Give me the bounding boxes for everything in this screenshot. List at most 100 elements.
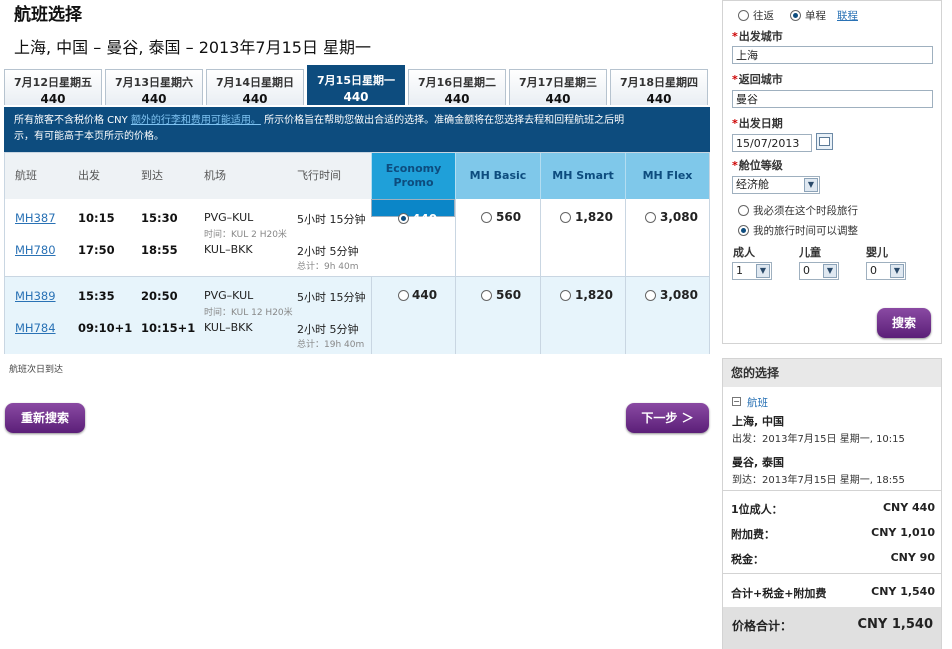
fare-option-economy-promo[interactable]: 440 [371,277,455,354]
time-fixed-radio[interactable] [738,205,749,216]
fare-header-mh-flex: MH Flex [625,153,709,199]
date-tab-price: 440 [646,92,672,106]
cabin-value: 经济舱 [736,178,769,191]
price-notice: 所有旅客不含税价格 CNY 额外的行李和费用可能适用。 所示价格旨在帮助您做出合… [4,107,710,152]
fare-radio[interactable] [645,290,656,301]
date-input[interactable]: 15/07/2013 [732,134,812,152]
flight-duration: 5小时 15分钟 [297,213,366,226]
total-duration: 总计：19h 40m [297,340,365,350]
flight-number-link[interactable]: MH780 [15,243,56,257]
fare-price: 440 [412,212,438,226]
depart-time: 09:10+1 [78,321,133,335]
airport-pair: KUL–BKK [204,243,253,256]
airport-pair: PVG–KUL [204,211,254,224]
date-tab-price: 440 [242,92,268,106]
fare-option-economy-promo[interactable]: 440 [371,199,455,226]
cabin-select[interactable]: 经济舱 ▼ [732,176,820,194]
fare-radio[interactable] [645,212,656,223]
date-tab-0714[interactable]: 7月14日星期日 440 [206,69,304,106]
price-row-surcharge: 附加费： CNY 1,010 [731,526,935,541]
stopover-time: 时间：KUL 12 H20米 [204,308,293,318]
trip-oneway-label: 单程 [805,10,826,22]
child-label: 儿童 [799,246,821,259]
fare-radio[interactable] [560,290,571,301]
destination-label: *返回城市 [732,73,783,86]
date-tab-price: 440 [40,92,66,106]
summary-depart-line: 出发：2013年7月15日 星期一, 10:15 [732,434,905,445]
multi-city-link[interactable]: 联程 [837,8,858,23]
cabin-label: *舱位等级 [732,159,783,172]
fare-radio[interactable] [560,212,571,223]
infant-count-value: 0 [870,264,877,277]
fare-option-mh-basic[interactable]: 560 [455,199,540,276]
date-tab-0717[interactable]: 7月17日星期三 440 [509,69,607,106]
fare-price: 440 [412,288,438,302]
fare-header-line: Promo [393,176,434,189]
time-flexible-radio[interactable] [738,225,749,236]
depart-time: 15:35 [78,289,115,303]
flight-duration: 2小时 5分钟 [297,323,359,336]
trip-oneway-radio[interactable] [790,10,801,21]
fare-header-line: Economy [385,162,442,175]
fare-price: 560 [496,288,522,302]
stopover-time: 时间：KUL 2 H20米 [204,230,287,240]
fare-price: 3,080 [660,288,698,302]
fare-option-mh-smart[interactable]: 1,820 [540,277,625,354]
date-tab-0716[interactable]: 7月16日星期二 440 [408,69,506,106]
destination-input[interactable]: 曼谷 [732,90,933,108]
fare-header-mh-basic: MH Basic [455,153,540,199]
flight-number-link[interactable]: MH389 [15,289,56,303]
research-button[interactable]: 重新搜索 [5,403,85,433]
calendar-icon[interactable] [816,133,833,150]
adult-count-select[interactable]: 1 ▼ [732,262,772,280]
date-tab-0718[interactable]: 7月18日星期四 440 [610,69,708,106]
arrive-time: 18:55 [141,243,178,257]
next-step-button[interactable]: 下一步 ＞ [626,403,709,433]
fare-radio[interactable] [481,212,492,223]
fare-price: 560 [496,210,522,224]
collapse-icon[interactable]: − [732,397,741,406]
chevron-down-icon: ▼ [804,178,818,192]
date-tab-0715[interactable]: 7月15日星期一 440 [307,65,405,105]
fare-radio[interactable] [481,290,492,301]
date-tab-0712[interactable]: 7月12日星期五 440 [4,69,102,106]
summary-divider [723,573,941,574]
summary-divider [723,490,941,491]
header-flight: 航班 [15,169,37,182]
total-value: CNY 1,540 [857,617,933,632]
fare-option-mh-flex[interactable]: 3,080 [625,199,709,276]
next-day-arrival-note: 航班次日到达 [9,365,64,375]
baggage-fees-link[interactable]: 额外的行李和费用可能适用。 [131,115,261,126]
route-heading: 上海, 中国 – 曼谷, 泰国 – 2013年7月15日 星期一 [14,38,372,57]
total-label: 价格合计： [732,619,793,633]
flight-number-link[interactable]: MH784 [15,321,56,335]
fare-radio[interactable] [398,213,409,224]
depart-time: 17:50 [78,243,115,257]
price-row-subtotal: 合计+税金+附加费 CNY 1,540 [731,585,935,600]
fare-header-economy-promo: Economy Promo [371,153,455,199]
search-button[interactable]: 搜索 [877,308,931,338]
time-flexible-label: 我的旅行时间可以调整 [753,225,858,237]
date-tab-label: 7月18日星期四 [620,76,698,89]
date-tab-price: 440 [343,90,369,104]
summary-arrive-line: 到达：2013年7月15日 星期一, 18:55 [732,475,905,486]
summary-section-flights[interactable]: 航班 [747,395,768,410]
chevron-down-icon: ▼ [756,264,770,278]
child-count-select[interactable]: 0 ▼ [799,262,839,280]
fare-radio[interactable] [398,290,409,301]
infant-label: 婴儿 [866,246,888,259]
date-label: *出发日期 [732,117,783,130]
fare-price: 1,820 [575,210,613,224]
fare-option-mh-flex[interactable]: 3,080 [625,277,709,354]
time-fixed-label: 我必须在这个时段旅行 [753,205,858,217]
date-tab-price: 440 [141,92,167,106]
fare-option-mh-smart[interactable]: 1,820 [540,199,625,276]
origin-input[interactable]: 上海 [732,46,933,64]
summary-dest-city: 曼谷, 泰国 [732,456,785,469]
trip-round-radio[interactable] [738,10,749,21]
fare-option-mh-basic[interactable]: 560 [455,277,540,354]
date-tab-0713[interactable]: 7月13日星期六 440 [105,69,203,106]
flight-number-link[interactable]: MH387 [15,211,56,225]
infant-count-select[interactable]: 0 ▼ [866,262,906,280]
arrive-time: 10:15+1 [141,321,196,335]
